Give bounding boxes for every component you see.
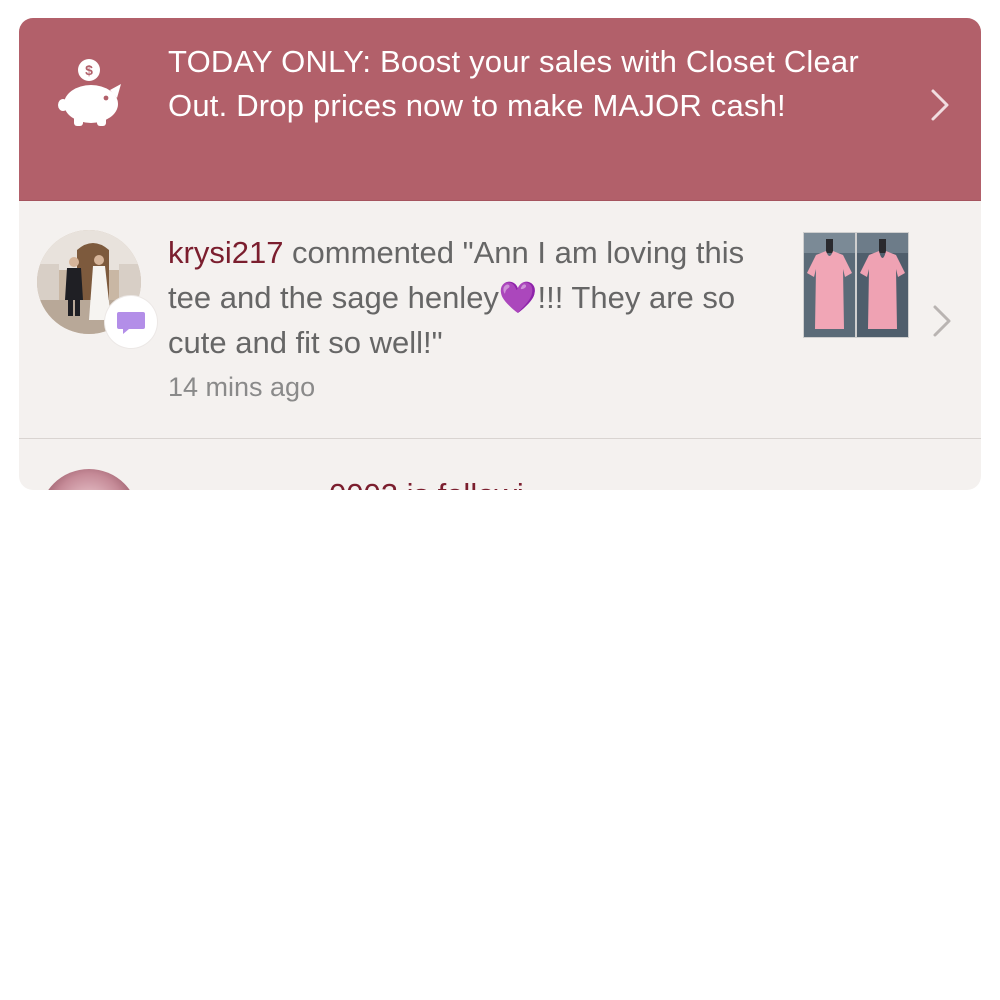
closet-clear-out-banner[interactable]: $ TODAY ONLY: Boost your sales with Clos… (19, 18, 981, 201)
chevron-right-icon (931, 89, 949, 121)
next-notification[interactable]: 0002 is followi (19, 439, 981, 490)
banner-text: TODAY ONLY: Boost your sales with Closet… (168, 44, 859, 123)
comment-notification[interactable]: krysi217 commented "Ann I am loving this… (19, 200, 981, 439)
chevron-right-icon (933, 305, 951, 337)
listing-thumbnail-2[interactable] (856, 232, 909, 338)
notification-message: 0002 is followi (329, 477, 524, 490)
piggy-bank-icon: $ (58, 59, 121, 126)
comment-icon (117, 312, 145, 334)
username-link[interactable]: krysi217 (168, 235, 283, 270)
listing-thumbnail[interactable] (803, 232, 856, 338)
notification-message: krysi217 commented "Ann I am loving this… (168, 230, 793, 365)
pink-tee-image (804, 233, 855, 337)
notifications-card: $ TODAY ONLY: Boost your sales with Clos… (19, 18, 981, 490)
pink-tee-image (857, 233, 908, 337)
svg-text:$: $ (85, 62, 93, 78)
avatar[interactable] (39, 469, 139, 490)
comment-badge (105, 296, 157, 348)
timestamp: 14 mins ago (168, 372, 316, 402)
